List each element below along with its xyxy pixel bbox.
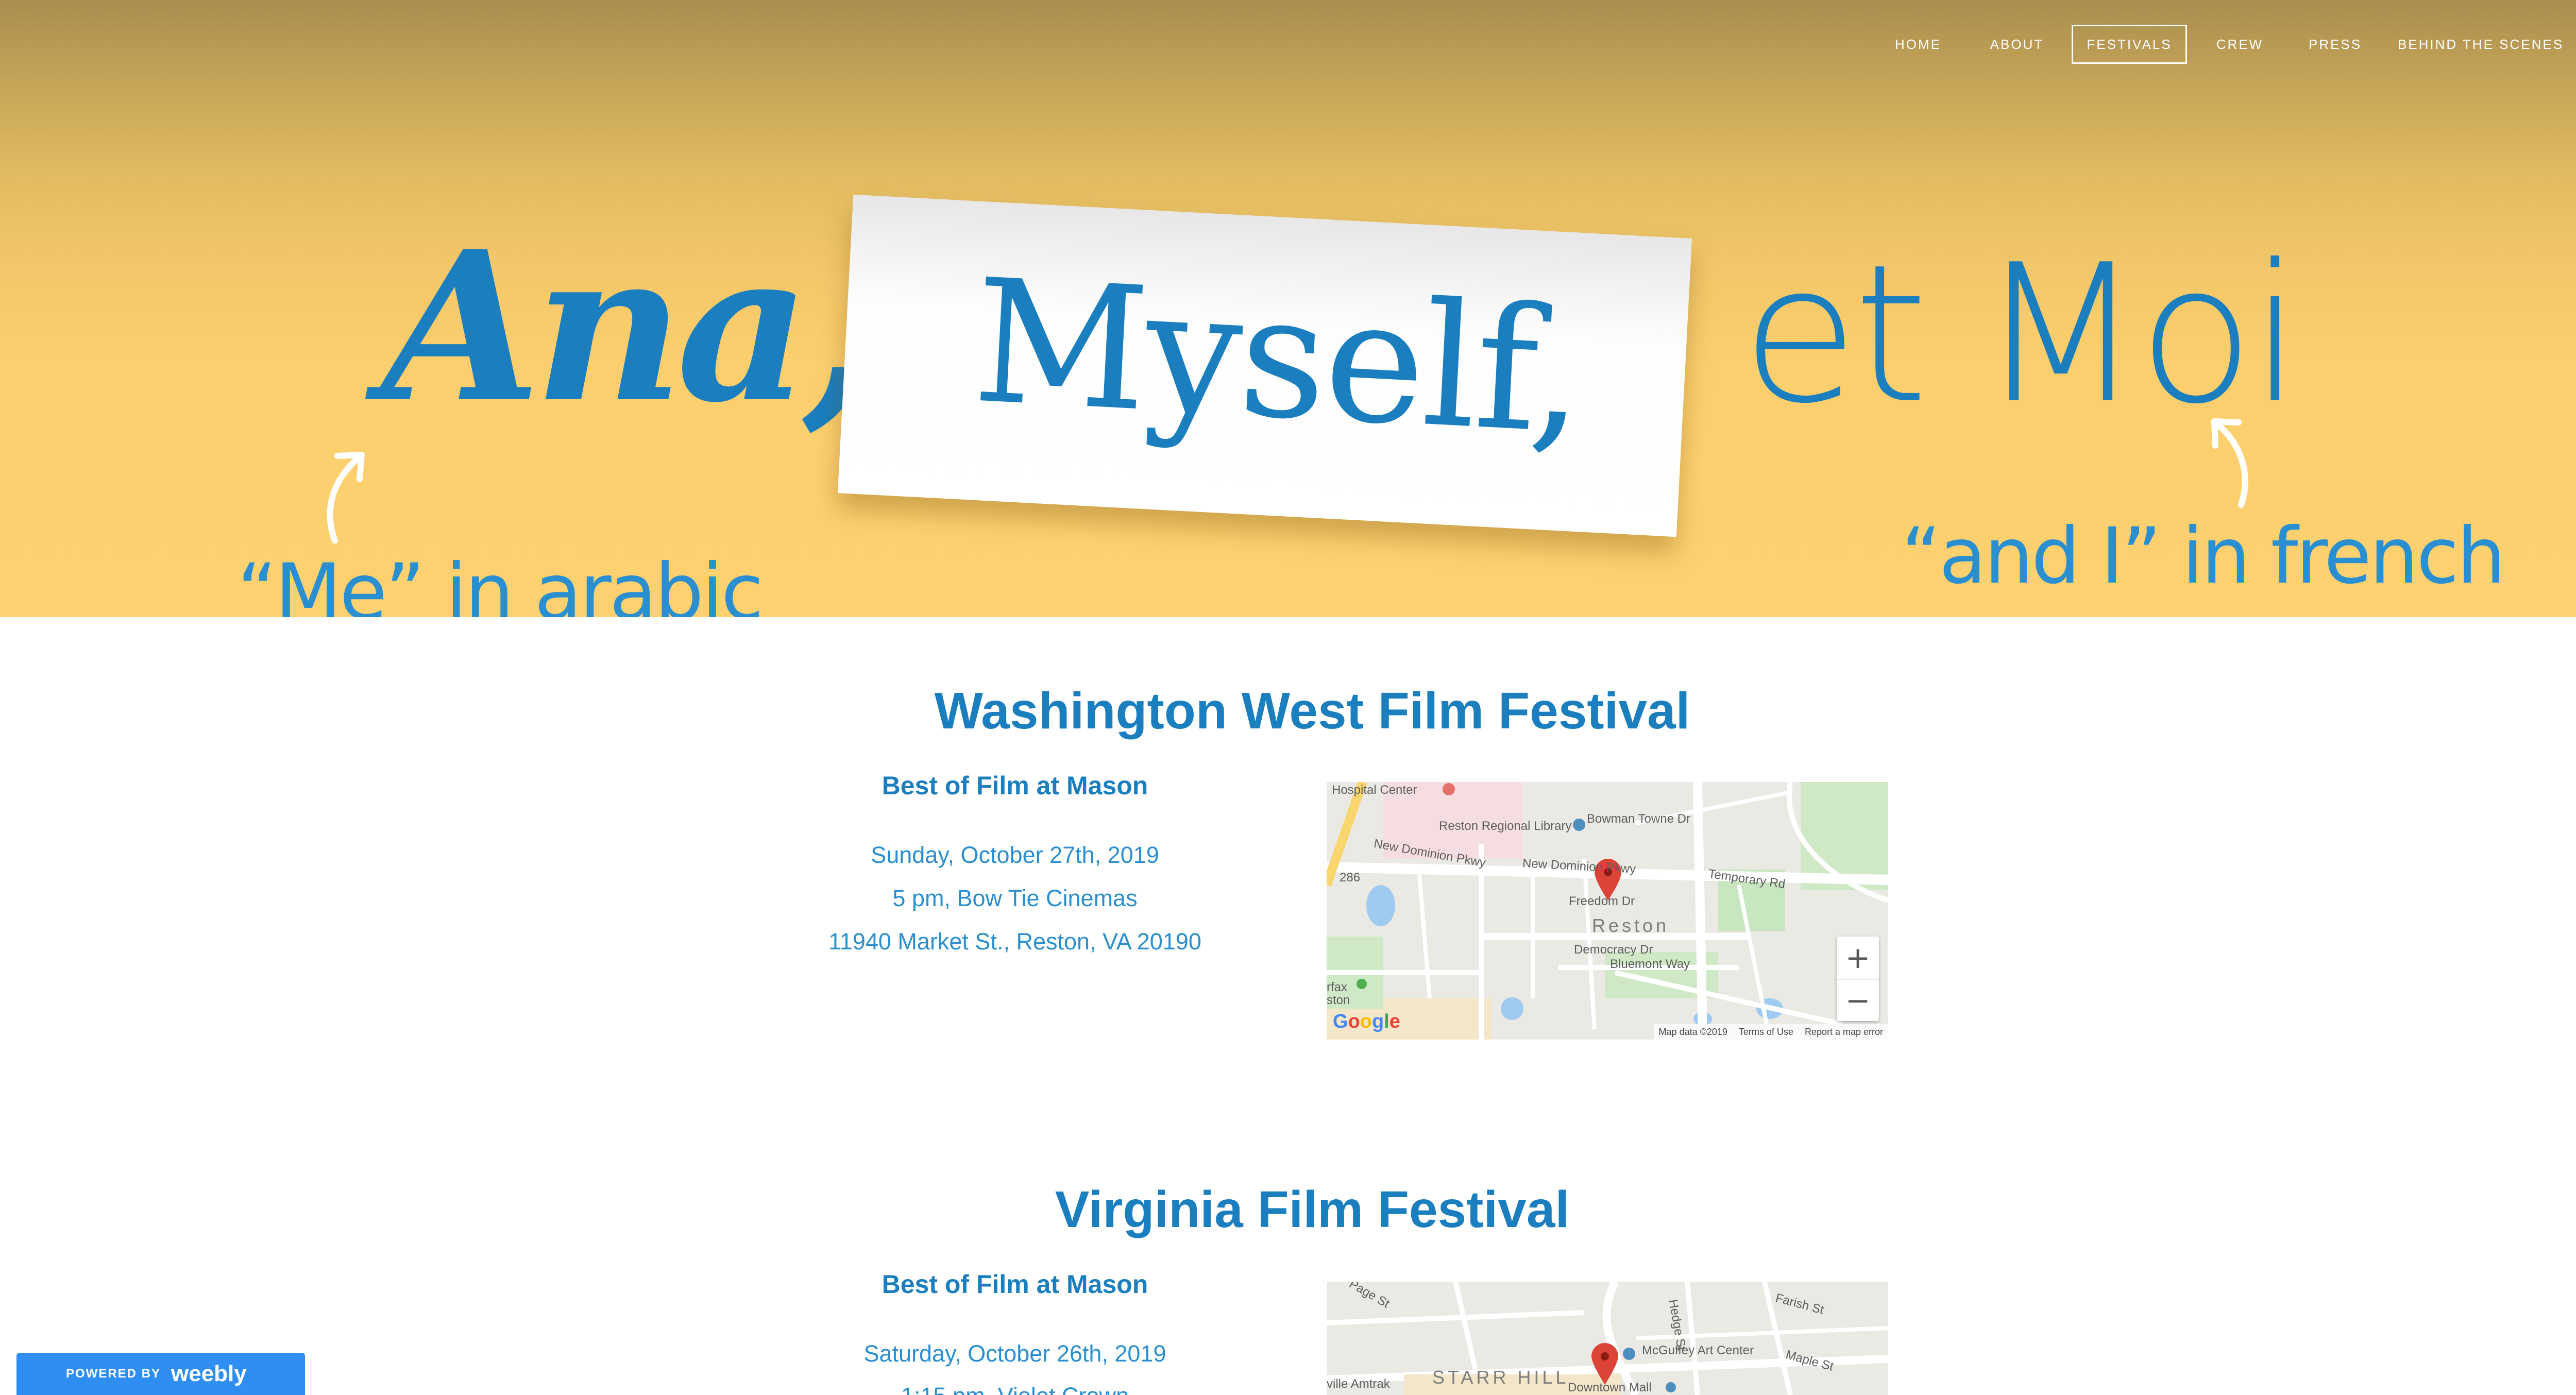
map-label: 286 <box>1340 871 1361 884</box>
powered-by-label: POWERED BY <box>66 1367 161 1381</box>
map-label: ville Amtrak <box>1327 1377 1390 1391</box>
festival-date: Saturday, October 26th, 2019 <box>863 1340 1166 1367</box>
map-label: Bowman Towne Dr <box>1587 812 1690 826</box>
powered-by-weebly-badge[interactable]: POWERED BY weebly <box>16 1353 305 1395</box>
festival-map[interactable]: Hospital Center Reston Regional Library … <box>1327 782 1888 1040</box>
terms-of-use-link[interactable]: Terms of Use <box>1739 1027 1793 1037</box>
map-label: Reston <box>1592 915 1670 936</box>
arrow-up-left-icon <box>327 452 365 543</box>
map-label: Hospital Center <box>1332 783 1417 797</box>
festival-date: Sunday, October 27th, 2019 <box>871 842 1159 868</box>
map-data-text: Map data ©2019 <box>1658 1026 1727 1037</box>
map-label: Reston Regional Library <box>1439 819 1572 833</box>
google-logo[interactable]: Google <box>1333 1009 1400 1034</box>
festival-title: Washington West Film Festival <box>934 682 1690 740</box>
festival-award: Best of Film at Mason <box>882 1270 1148 1299</box>
map-attribution: Map data ©2019 Terms of Use Report a map… <box>1653 1024 1888 1040</box>
map-label: Downtown Mall <box>1568 1381 1652 1394</box>
nav-crew[interactable]: CREW <box>2210 25 2269 64</box>
festival-address: 11940 Market St., Reston, VA 20190 <box>828 928 1201 955</box>
map-label: ston <box>1327 993 1350 1007</box>
festival-time-venue: 5 pm, Bow Tie Cinemas <box>892 885 1138 911</box>
map-zoom-controls: + − <box>1837 937 1879 1021</box>
nav-about[interactable]: ABOUT <box>1984 25 2050 64</box>
nav-festivals[interactable]: FESTIVALS <box>2072 25 2187 64</box>
title-ana: Ana, <box>381 206 875 448</box>
map-label: McGuffey Art Center <box>1642 1343 1754 1357</box>
hero-banner: HOME ABOUT FESTIVALS CREW PRESS BEHIND T… <box>0 0 2576 617</box>
map-label: Bluemont Way <box>1610 957 1690 971</box>
map-label: rfax <box>1327 980 1348 994</box>
report-map-error-link[interactable]: Report a map error <box>1805 1027 1883 1037</box>
festival-map[interactable]: McGuffey Art Center STARR HILL ville Amt… <box>1327 1282 1888 1395</box>
note-me-in-arabic: “Me” in arabic <box>237 548 764 617</box>
zoom-in-button[interactable]: + <box>1837 937 1879 979</box>
title-et-moi: et Moi <box>1741 224 2302 446</box>
nav-home[interactable]: HOME <box>1890 25 1946 64</box>
festival-award: Best of Film at Mason <box>882 771 1148 800</box>
festival-title: Virginia Film Festival <box>1055 1181 1570 1238</box>
arrow-up-right-icon <box>2211 418 2248 508</box>
nav-press[interactable]: PRESS <box>2303 25 2367 64</box>
note-and-i-in-french: “and I” in french <box>1901 512 2506 601</box>
festival-time-venue: 1:15 pm, Violet Crown <box>757 1381 1273 1395</box>
map-label: Freedom Dr <box>1569 894 1635 908</box>
nav-behind-the-scenes[interactable]: BEHIND THE SCENES <box>2398 25 2562 64</box>
map-label: STARR HILL <box>1432 1367 1569 1388</box>
zoom-out-button[interactable]: − <box>1837 979 1879 1021</box>
map-label: Democracy Dr <box>1574 943 1653 957</box>
title-myself: Myself, <box>969 242 1588 472</box>
weebly-logo: weebly <box>171 1361 247 1386</box>
